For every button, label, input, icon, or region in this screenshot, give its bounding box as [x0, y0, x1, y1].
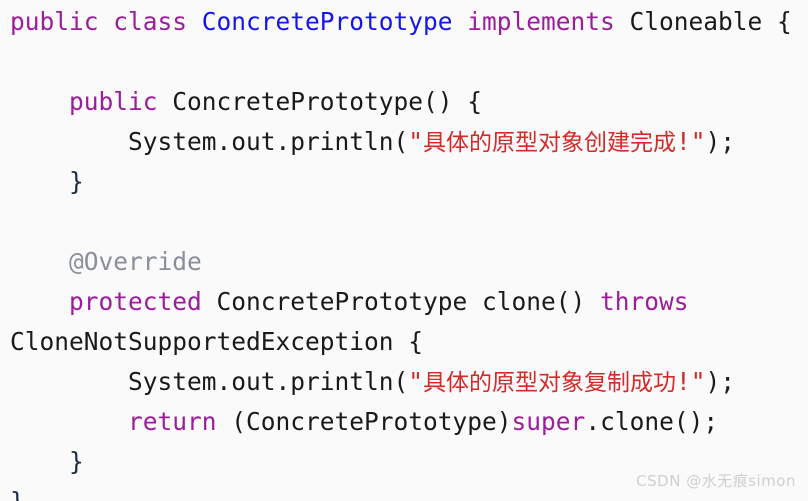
code-token-string: 具体的原型对象复制成功 [423, 370, 677, 396]
code-token-plain: ); [705, 367, 736, 396]
code-token-keyword: super [511, 407, 586, 436]
code-line: System.out.println("具体的原型对象创建完成!"); [0, 122, 808, 162]
code-token-keyword: public class [10, 7, 202, 36]
code-block: public class ConcretePrototype implement… [0, 0, 808, 501]
code-token-plain: System.out.println( [10, 367, 409, 396]
code-line: public ConcretePrototype() { [0, 82, 808, 122]
code-token-keyword: return [128, 407, 217, 436]
code-token-type_name: ConcretePrototype [201, 7, 453, 36]
code-token-brace: } [69, 167, 84, 196]
code-token-plain: ConcretePrototype clone() [201, 287, 601, 316]
code-token-keyword: implements [452, 7, 630, 36]
code-token-plain: ConcretePrototype() { [157, 87, 483, 116]
code-line: protected ConcretePrototype clone() thro… [0, 282, 808, 322]
code-line: CloneNotSupportedException { [0, 322, 808, 362]
code-token-keyword: throws [600, 287, 689, 316]
csdn-watermark: CSDN @水无痕simon [636, 472, 796, 490]
code-token-plain: ); [705, 127, 736, 156]
code-line: public class ConcretePrototype implement… [0, 2, 808, 42]
code-token-brace: } [10, 487, 25, 501]
code-token-annotation: @Override [69, 247, 202, 276]
code-token-string: " [408, 127, 424, 156]
code-token-plain: Cloneable { [629, 7, 792, 36]
code-token-string: !" [676, 127, 706, 156]
code-token-string: " [408, 367, 424, 396]
code-token-keyword: protected [69, 287, 202, 316]
code-line: System.out.println("具体的原型对象复制成功!"); [0, 362, 808, 402]
code-screenshot: public class ConcretePrototype implement… [0, 0, 808, 501]
code-token-plain: .clone(); [585, 407, 719, 436]
code-line: } [0, 162, 808, 202]
code-token-string: !" [676, 367, 706, 396]
code-token-plain: (ConcretePrototype) [216, 407, 512, 436]
code-line: return (ConcretePrototype)super.clone(); [0, 402, 808, 442]
code-token-string: 具体的原型对象创建完成 [423, 130, 677, 156]
code-token-plain: CloneNotSupportedException { [10, 327, 424, 356]
code-token-keyword: public [69, 87, 158, 116]
code-token-plain: System.out.println( [10, 127, 409, 156]
code-line: @Override [0, 242, 808, 282]
code-token-brace: } [69, 447, 84, 476]
